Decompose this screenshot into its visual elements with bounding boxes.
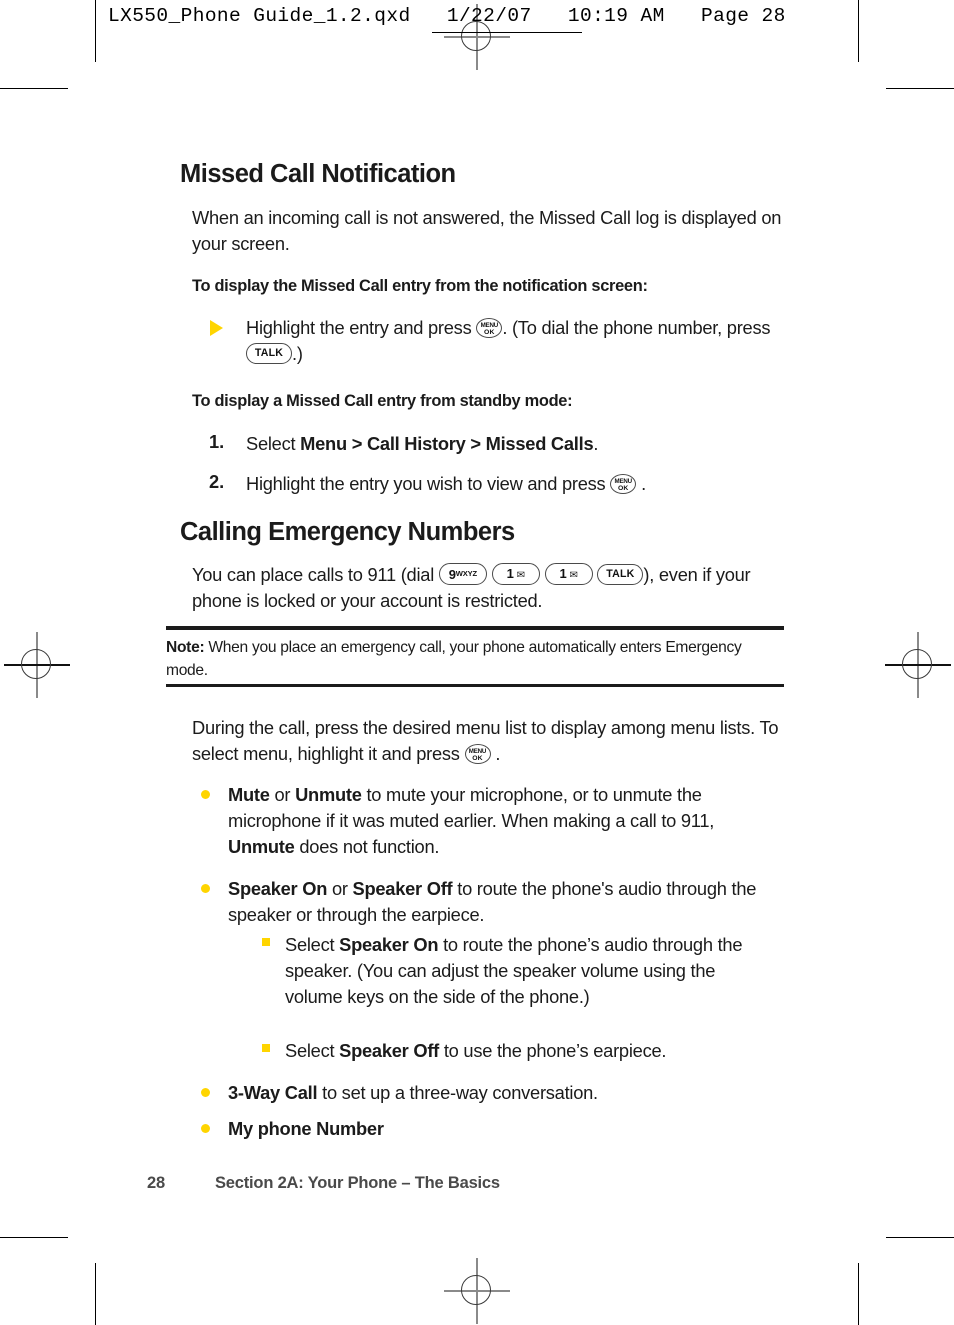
key-9-letters: WXYZ <box>455 569 477 578</box>
menu-ok-key-icon-step2: MENU OK <box>610 474 637 494</box>
paragraph-missed-call-intro-text: When an incoming call is not answered, t… <box>192 207 782 254</box>
key-1-digit: 1 <box>559 566 567 581</box>
step-2-text: Highlight the entry you wish to view and… <box>246 471 786 497</box>
menu-ok-key-icon: MENU OK <box>476 318 503 338</box>
menu-ok-key-label-bottom: OK <box>617 484 629 492</box>
menu-ok-key-label-bottom: OK <box>472 754 483 762</box>
bullet-item-speaker: Speaker On or Speaker Off to route the p… <box>228 876 780 928</box>
note-box-text: Note: When you place an emergency call, … <box>166 636 782 682</box>
bullet-speaker-mid1: or <box>327 878 353 899</box>
heading-missed-call-notification: Missed Call Notification <box>180 160 456 188</box>
key-9-wxyz-icon: 9WXYZ <box>438 563 487 585</box>
sub-bullet-speaker-off-lead: Select <box>285 1040 340 1061</box>
bullet-mute-label: Mute <box>228 784 270 805</box>
menu-ok-key-label-top: MENU <box>614 477 633 485</box>
menu-ok-key-label-bottom: OK <box>484 328 495 336</box>
note-body: When you place an emergency call, your p… <box>166 639 742 679</box>
bullet-item-my-phone-number: My phone Number <box>228 1116 780 1142</box>
step-2-number: 2. <box>209 471 225 492</box>
sub-bullet-icon-speaker-off <box>262 1044 270 1052</box>
sub-bullet-speaker-on-lead: Select <box>285 934 340 955</box>
list-item-highlight-entry-text-a: Highlight the entry and press <box>246 317 472 338</box>
step-2-lead: Highlight the entry you wish to view and… <box>246 473 606 494</box>
bullet-3-way-call-tail: to set up a three-way conversation. <box>317 1082 598 1103</box>
sub-bullet-item-speaker-on: Select Speaker On to route the phone’s a… <box>285 932 753 1010</box>
bullet-mute-mid1: or <box>269 784 296 805</box>
key-1-first-icon: 1 ✉ <box>491 563 540 585</box>
subhead-standby-mode: To display a Missed Call entry from stan… <box>192 392 573 410</box>
page-number: 28 <box>147 1174 165 1192</box>
paragraph-emergency-dial: You can place calls to 911 (dial 9WXYZ 1… <box>192 562 792 614</box>
sub-bullet-speaker-off-tail: to use the phone’s earpiece. <box>439 1040 667 1061</box>
note-label: Note: <box>166 639 205 656</box>
bullet-mute-tail: does not function. <box>294 836 440 857</box>
triangle-bullet-icon <box>210 320 223 336</box>
bullet-speaker-off-label: Speaker Off <box>352 878 453 899</box>
bullet-icon-speaker <box>201 884 210 893</box>
key-1-second-icon: 1 ✉ <box>544 563 593 585</box>
bullet-my-phone-number-label: My phone Number <box>228 1118 384 1139</box>
sub-bullet-speaker-on-label: Speaker On <box>339 934 439 955</box>
bullet-icon-mute <box>201 790 210 799</box>
subhead-notification-screen: To display the Missed Call entry from th… <box>192 277 648 295</box>
bullet-item-mute: Mute or Unmute to mute your microphone, … <box>228 782 780 860</box>
bullet-unmute-label: Unmute <box>295 784 362 805</box>
key-1-digit: 1 <box>506 566 514 581</box>
paragraph-emergency-lead: You can place calls to 911 (dial <box>192 564 435 585</box>
talk-key-icon-emergency: TALK <box>597 564 644 585</box>
step-1-tail: . <box>593 433 599 454</box>
sub-bullet-item-speaker-off: Select Speaker Off to use the phone’s ea… <box>285 1038 753 1064</box>
bullet-unmute-label-2: Unmute <box>228 836 295 857</box>
menu-ok-key-label-top: MENU <box>468 747 487 755</box>
sub-bullet-icon-speaker-on <box>262 938 270 946</box>
note-box-top-rule <box>166 626 784 630</box>
bullet-icon-my-phone-number <box>201 1124 210 1133</box>
footer-section-label: Section 2A: Your Phone – The Basics <box>215 1174 500 1192</box>
key-9-digit: 9 <box>448 567 456 582</box>
bullet-icon-3-way-call <box>201 1088 210 1097</box>
step-1-menu-path: Menu > Call History > Missed Calls <box>300 433 594 454</box>
list-item-highlight-entry-text-b: . (To dial the phone number, press <box>502 317 771 338</box>
list-item-highlight-entry: Highlight the entry and press MENU OK . … <box>246 315 786 367</box>
menu-ok-key-label-top: MENU <box>480 321 499 329</box>
bullet-3-way-call-label: 3-Way Call <box>228 1082 318 1103</box>
menu-ok-key-icon-during-call: MENU OK <box>464 744 491 764</box>
note-box-bottom-rule <box>166 684 784 687</box>
paragraph-missed-call-intro: When an incoming call is not answered, t… <box>192 205 784 257</box>
bullet-item-3-way-call: 3-Way Call to set up a three-way convers… <box>228 1080 780 1106</box>
paragraph-during-call: During the call, press the desired menu … <box>192 715 782 767</box>
list-item-highlight-entry-text-c: .) <box>292 343 303 364</box>
step-1-lead: Select <box>246 433 301 454</box>
bullet-speaker-on-label: Speaker On <box>228 878 328 899</box>
envelope-icon: ✉ <box>516 570 525 581</box>
heading-calling-emergency-numbers: Calling Emergency Numbers <box>180 518 515 546</box>
envelope-icon: ✉ <box>569 570 578 581</box>
step-1-number: 1. <box>209 431 225 452</box>
sub-bullet-speaker-off-label: Speaker Off <box>339 1040 440 1061</box>
talk-key-icon: TALK <box>246 343 292 364</box>
paragraph-during-call-text-b: . <box>495 743 501 764</box>
step-1-text: Select Menu > Call History > Missed Call… <box>246 431 786 457</box>
step-2-tail: . <box>641 473 646 494</box>
page-content: Missed Call Notification When an incomin… <box>0 0 954 1325</box>
